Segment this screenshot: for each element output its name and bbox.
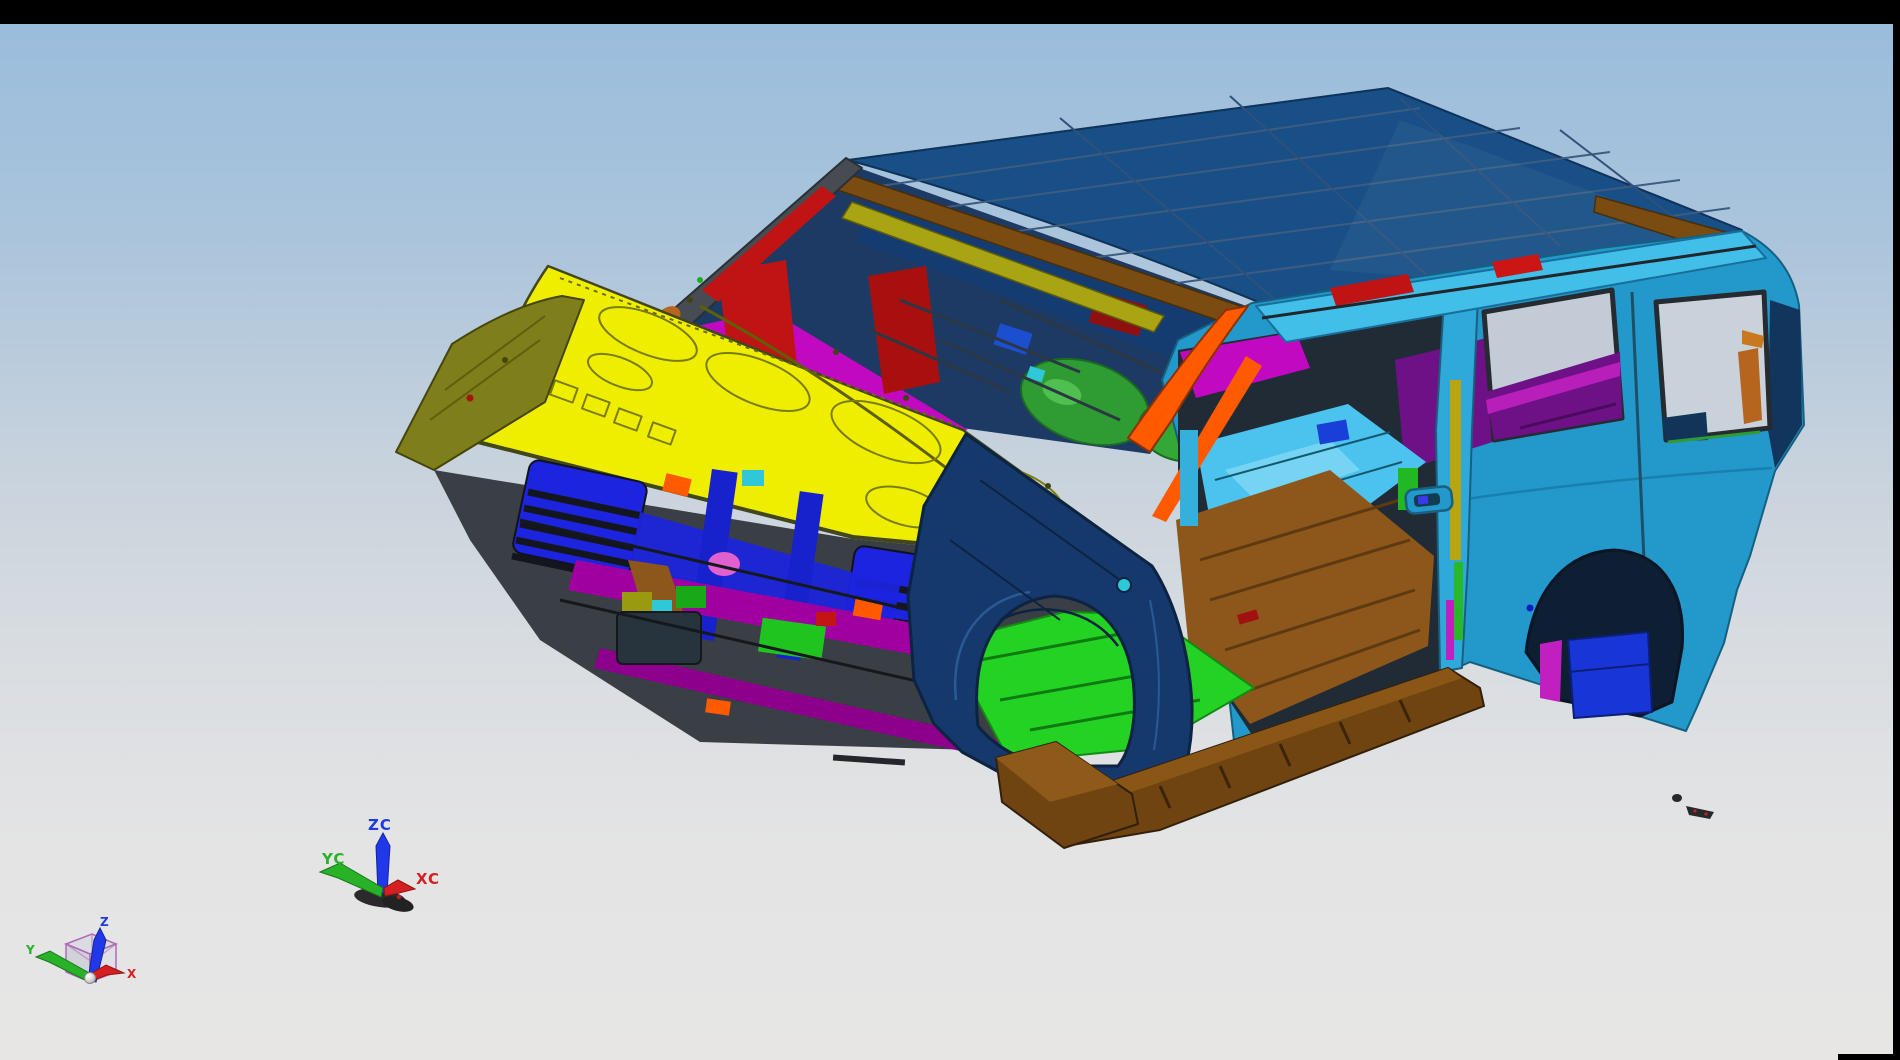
cad-viewport[interactable]: ZC YC XC Z Y X (0, 0, 1900, 1060)
front-lower-panel (617, 612, 701, 664)
datum-origin-sphere[interactable] (85, 973, 96, 984)
datum-x-label: X (127, 967, 137, 981)
rear-door-window[interactable] (1484, 290, 1622, 440)
datum-z-label: Z (100, 915, 109, 929)
wcs-x-label: XC (416, 870, 440, 888)
wcs-z-label: ZC (368, 816, 392, 834)
wcs-y-label: YC (321, 850, 345, 868)
wheelhouse-magenta-part[interactable] (1540, 640, 1562, 702)
frame-corner-notch (1838, 1054, 1900, 1060)
wcs-z-axis-arrow[interactable] (376, 833, 390, 893)
fender-hole-cyan (1117, 578, 1131, 592)
door-handle[interactable] (1405, 486, 1453, 515)
datum-y-label: Y (25, 943, 35, 957)
wheelhouse-box[interactable] (1568, 632, 1652, 718)
b-pillar-reinforcement-olive (1450, 380, 1461, 560)
quarter-window[interactable] (1656, 292, 1770, 442)
viewport-canvas[interactable]: ZC YC XC Z Y X (0, 0, 1900, 1060)
frame-top-bar (0, 0, 1900, 24)
frame-right-bar (1893, 0, 1900, 1060)
